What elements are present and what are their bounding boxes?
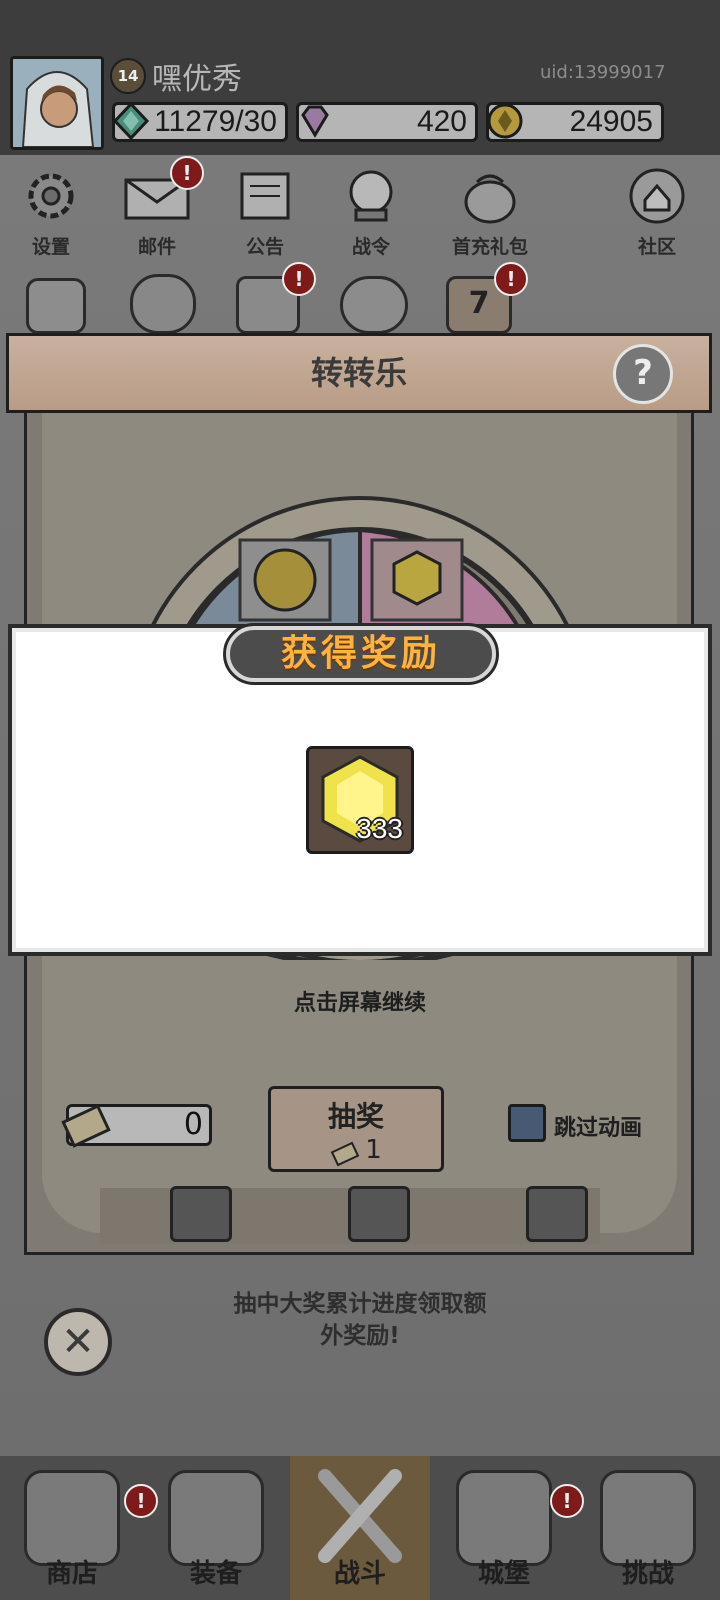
tap-to-continue-hint: 点击屏幕继续 xyxy=(293,991,426,1016)
coin-counter[interactable]: 24905 xyxy=(486,102,664,142)
mail-notification-badge: ! xyxy=(170,156,204,190)
home-icon xyxy=(629,168,685,224)
close-icon: ✕ xyxy=(61,1319,95,1365)
coin-icon xyxy=(487,103,523,139)
settings-button[interactable]: 设置 xyxy=(16,166,86,259)
draw-cost-value: 1 xyxy=(365,1135,382,1165)
coin-value: 24905 xyxy=(569,105,653,138)
nav-battle-label: 战斗 xyxy=(333,1559,386,1589)
level-reward-notification-badge: ! xyxy=(494,262,528,296)
gem-value: 420 xyxy=(416,105,467,138)
milestone-chest-2[interactable] xyxy=(348,1186,410,1242)
wheel-panel-title: 转转乐 xyxy=(310,354,407,392)
nav-challenge-label: 挑战 xyxy=(621,1559,674,1589)
gear-icon xyxy=(28,173,74,219)
battle-pass-label: 战令 xyxy=(351,236,390,258)
player-name: 嘿优秀 xyxy=(152,62,242,97)
ticket-counter: 0 xyxy=(61,1104,212,1148)
battle-pass-button[interactable]: 战令 xyxy=(336,166,406,259)
nav-challenge[interactable]: 挑战 xyxy=(576,1456,720,1600)
stamina-value: 11279/30 xyxy=(154,105,277,138)
player-avatar[interactable] xyxy=(10,56,104,150)
shop-icon xyxy=(24,1470,120,1566)
crossed-swords-icon xyxy=(318,1469,402,1563)
milestone-chest-1[interactable] xyxy=(170,1186,232,1242)
draw-button-label: 抽奖 xyxy=(327,1100,384,1133)
nav-battle[interactable]: 战斗 xyxy=(288,1456,432,1600)
reward-item-slot: 333 xyxy=(306,746,414,854)
reward-quantity: 333 xyxy=(356,813,403,844)
gift-bag-icon xyxy=(464,174,516,224)
mail-label: 邮件 xyxy=(137,236,176,258)
close-panel-button[interactable]: ✕ xyxy=(44,1308,112,1376)
announcement-button[interactable]: 公告 xyxy=(230,166,300,259)
skip-animation-checkbox[interactable] xyxy=(508,1104,546,1142)
avatar-portrait-icon xyxy=(13,59,101,147)
player-uid: uid:13999017 xyxy=(540,62,666,83)
first-recharge-button[interactable]: 首充礼包 xyxy=(438,166,542,259)
ticket-count-value: 0 xyxy=(183,1107,203,1142)
laurel-button[interactable] xyxy=(130,274,196,334)
hourglass-notification-badge: ! xyxy=(282,262,316,296)
wheel-event-button[interactable] xyxy=(340,276,408,334)
draw-button[interactable]: 抽奖 1 xyxy=(268,1086,444,1172)
reward-title: 获得奖励 xyxy=(280,632,441,674)
ticket-icon xyxy=(330,1141,360,1166)
scroll-icon xyxy=(240,172,290,220)
skip-animation-label: 跳过动画 xyxy=(554,1116,643,1141)
player-level-badge: 14 xyxy=(110,58,146,94)
nav-shop[interactable]: 商店 xyxy=(0,1456,144,1600)
gem-counter[interactable]: 420 xyxy=(296,102,478,142)
nav-castle-label: 城堡 xyxy=(477,1559,530,1589)
ticket-icon xyxy=(61,1104,111,1148)
coin-icon xyxy=(253,548,317,612)
nav-equipment-label: 装备 xyxy=(189,1559,242,1589)
community-button[interactable]: 社区 xyxy=(622,166,692,259)
nav-castle[interactable]: 城堡 xyxy=(432,1456,576,1600)
nav-equipment[interactable]: 装备 xyxy=(144,1456,288,1600)
gift-pack-button[interactable] xyxy=(26,278,86,334)
diamond-icon xyxy=(301,105,329,138)
milestone-description-line1: 抽中大奖累计进度领取额 xyxy=(233,1291,487,1317)
shield-icon xyxy=(600,1470,696,1566)
yellow-gem-icon xyxy=(392,550,442,606)
announcement-label: 公告 xyxy=(245,236,284,258)
reward-title-banner: 获得奖励 xyxy=(223,623,499,685)
nav-shop-label: 商店 xyxy=(45,1559,98,1589)
first-recharge-label: 首充礼包 xyxy=(451,236,528,258)
help-button[interactable]: ? xyxy=(613,344,673,404)
milestone-chest-3[interactable] xyxy=(526,1186,588,1242)
community-label: 社区 xyxy=(637,236,676,258)
wheel-panel-title-bar: 转转乐 ? xyxy=(6,333,712,413)
castle-icon xyxy=(456,1470,552,1566)
settings-label: 设置 xyxy=(31,236,70,258)
energy-crystal-icon xyxy=(112,101,150,141)
stamina-counter[interactable]: 11279/30 xyxy=(112,101,288,142)
crystal-ball-icon xyxy=(349,170,393,222)
backpack-icon xyxy=(168,1470,264,1566)
